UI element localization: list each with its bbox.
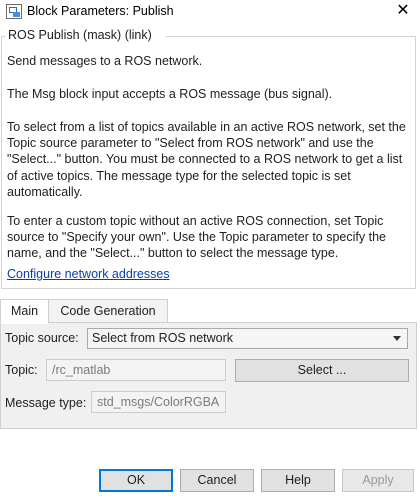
chevron-down-icon (393, 336, 401, 341)
title-bar: Block Parameters: Publish ✕ (0, 0, 420, 24)
help-button[interactable]: Help (261, 469, 335, 492)
tab-strip: Main Code Generation (0, 299, 420, 324)
block-parameters-icon (6, 4, 22, 19)
message-type-label: Message type: (5, 396, 87, 410)
configure-network-addresses-link[interactable]: Configure network addresses (7, 267, 170, 281)
select-button[interactable]: Select ... (235, 359, 409, 382)
description-line-2: The Msg block input accepts a ROS messag… (7, 87, 333, 101)
tab-main[interactable]: Main (0, 299, 49, 324)
ok-button[interactable]: OK (99, 469, 173, 492)
close-icon[interactable]: ✕ (394, 2, 412, 20)
topic-source-value: Select from ROS network (92, 331, 234, 345)
topic-input[interactable]: /rc_matlab (46, 359, 226, 381)
group-legend: ROS Publish (mask) (link) (7, 28, 153, 42)
description-paragraph-4: To enter a custom topic without an activ… (7, 214, 386, 261)
description-line-1: Send messages to a ROS network. (7, 54, 203, 68)
topic-source-select[interactable]: Select from ROS network (87, 328, 408, 349)
apply-button[interactable]: Apply (342, 469, 414, 492)
topic-label: Topic: (5, 363, 38, 377)
link-row: Configure network addresses (7, 266, 412, 282)
message-type-field: std_msgs/ColorRGBA (91, 391, 226, 413)
window-title: Block Parameters: Publish (27, 4, 174, 18)
description-paragraph-3: To select from a list of topics availabl… (7, 120, 406, 199)
topic-source-label: Topic source: (5, 331, 79, 345)
cancel-button[interactable]: Cancel (180, 469, 254, 492)
tab-code-generation[interactable]: Code Generation (48, 299, 168, 323)
